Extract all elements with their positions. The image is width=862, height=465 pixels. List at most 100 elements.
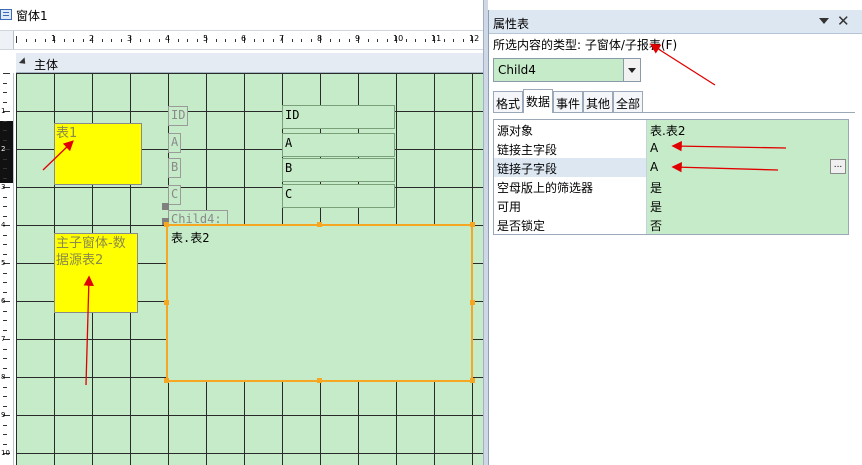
access-form-designer: 窗体1 123456789101112 主体 2 1345678910 表1 主…	[0, 0, 862, 465]
tab-all[interactable]: 全部	[613, 91, 643, 112]
ruler-tick	[263, 39, 264, 42]
object-selector-dropdown[interactable]: Child4	[493, 58, 641, 82]
resize-handle[interactable]	[317, 222, 322, 227]
resize-handle[interactable]	[164, 300, 169, 305]
ruler-tick	[3, 291, 7, 293]
subform-source-text: 表.表2	[171, 231, 210, 245]
ruler-tick	[3, 130, 7, 131]
property-sheet-header: 属性表 ✕	[489, 10, 862, 34]
label-c[interactable]: C	[168, 185, 181, 205]
ruler-number: 8	[317, 34, 323, 43]
property-row-source-object[interactable]: 源对象 表.表2	[494, 120, 848, 139]
move-handle[interactable]	[162, 203, 169, 210]
ruler-number: 6	[241, 34, 247, 43]
property-value[interactable]: 否	[647, 215, 848, 234]
ruler-tick	[234, 39, 236, 42]
resize-handle[interactable]	[470, 378, 475, 383]
label-a[interactable]: A	[168, 133, 181, 153]
section-label: 主体	[34, 58, 59, 72]
ruler-tick	[453, 39, 454, 42]
label-b[interactable]: B	[168, 158, 181, 178]
ruler-tick	[187, 39, 188, 42]
ruler-tick	[3, 101, 7, 103]
property-name: 链接主字段	[494, 139, 647, 158]
property-name: 源对象	[494, 120, 647, 139]
form-icon	[0, 9, 12, 20]
textbox-b[interactable]: B	[282, 158, 395, 182]
property-value-text: A	[650, 160, 659, 174]
property-name: 是否锁定	[494, 215, 647, 234]
property-value[interactable]: 是	[647, 177, 848, 196]
property-value[interactable]: 表.表2	[647, 120, 848, 139]
ruler-tick	[3, 196, 7, 198]
resize-handle[interactable]	[470, 222, 475, 227]
ruler-tick	[196, 39, 198, 42]
ruler-number: 6	[1, 297, 6, 305]
ruler-tick	[367, 39, 369, 42]
textbox-c[interactable]: C	[282, 184, 395, 208]
ruler-tick	[44, 39, 46, 42]
label-main-text: 主子窗体-数据源表2	[56, 236, 126, 268]
ruler-tick	[3, 272, 7, 274]
ruler-tick	[3, 120, 7, 122]
resize-handle[interactable]	[470, 300, 475, 305]
document-title: 窗体1	[16, 9, 48, 23]
property-row-filter-on-empty-master[interactable]: 空母版上的筛选器 是	[494, 177, 848, 196]
ruler-tick	[139, 39, 141, 42]
ruler-tick	[73, 39, 74, 42]
ruler-tick	[272, 39, 274, 42]
ruler-number: 5	[203, 34, 209, 43]
property-row-enabled[interactable]: 可用 是	[494, 196, 848, 215]
ruler-number: 1	[51, 34, 57, 43]
ellipsis-icon[interactable]: ...	[830, 159, 846, 174]
design-canvas[interactable]: 表1 主子窗体-数据源表2 ID A B C Child4: ID A B C …	[16, 73, 486, 465]
property-value[interactable]: A ...	[647, 158, 848, 177]
ruler-tick	[3, 215, 7, 217]
ruler-tick	[3, 234, 7, 236]
horizontal-ruler-row: 1 2 3 4 5 6 7 8 9 10 11 12	[0, 30, 486, 50]
ruler-tick	[3, 386, 7, 388]
property-row-link-master-fields[interactable]: 链接主字段 A	[494, 139, 848, 158]
property-value[interactable]: 是	[647, 196, 848, 215]
ruler-tick	[3, 139, 7, 141]
ruler-tick	[16, 36, 17, 43]
tab-other[interactable]: 其他	[583, 91, 613, 112]
form-selector[interactable]	[0, 31, 14, 49]
label-main-subform-source[interactable]: 主子窗体-数据源表2	[54, 233, 138, 313]
tab-data[interactable]: 数据	[523, 89, 553, 113]
dropdown-arrow-icon[interactable]	[623, 59, 640, 81]
property-value[interactable]: A	[647, 139, 848, 158]
ruler-tick	[158, 39, 160, 42]
section-bar-detail[interactable]: 主体	[16, 53, 486, 73]
label-table1-text: 表1	[56, 126, 78, 141]
ruler-tick	[3, 282, 7, 283]
label-table1[interactable]: 表1	[54, 123, 142, 185]
ruler-tick	[3, 168, 7, 169]
ruler-number: 11	[431, 34, 442, 43]
resize-handle[interactable]	[164, 222, 169, 227]
ruler-tick	[415, 39, 416, 42]
ruler-tick	[3, 396, 7, 397]
ruler-tick	[462, 39, 464, 42]
horizontal-ruler[interactable]: 1 2 3 4 5 6 7 8 9 10 11 12	[16, 31, 486, 49]
property-row-locked[interactable]: 是否锁定 否	[494, 215, 848, 234]
ruler-number: 2	[89, 34, 95, 43]
ruler-tick	[25, 39, 27, 42]
textbox-a[interactable]: A	[282, 133, 395, 157]
ruler-tick	[443, 39, 445, 42]
subform-child4[interactable]: 表.表2	[166, 224, 473, 382]
property-name: 空母版上的筛选器	[494, 177, 647, 196]
resize-handle[interactable]	[317, 378, 322, 383]
tab-format[interactable]: 格式	[493, 91, 523, 112]
label-id[interactable]: ID	[168, 106, 188, 126]
close-icon[interactable]: ✕	[837, 12, 850, 30]
property-row-link-child-fields[interactable]: 链接子字段 A ...	[494, 158, 848, 177]
resize-handle[interactable]	[164, 378, 169, 383]
pin-icon[interactable]	[819, 18, 829, 24]
textbox-id[interactable]: ID	[282, 105, 395, 129]
ruler-tick	[3, 424, 7, 426]
vertical-ruler[interactable]: 2 1345678910	[0, 73, 14, 465]
tab-event[interactable]: 事件	[553, 91, 583, 112]
ruler-tick	[3, 348, 7, 350]
ruler-number: 3	[127, 34, 133, 43]
